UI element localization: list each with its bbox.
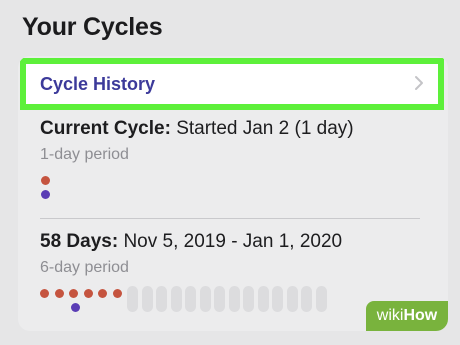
cycle-day-track (257, 286, 269, 312)
period-day-dot (69, 289, 78, 298)
cycle-day-track (156, 286, 167, 312)
cycle-day-track (272, 286, 283, 312)
cycle-day-track (301, 286, 312, 312)
cycle-day-track (199, 286, 211, 312)
cycles-card: Cycle History Current Cycle: Started Jan… (18, 56, 448, 331)
cycle-day-track (243, 286, 254, 312)
current-cycle-title-rest: Started Jan 2 (1 day) (170, 118, 354, 139)
cycle-day-track (141, 286, 153, 312)
period-day-dot (41, 176, 50, 185)
current-cycle-period: 1-day period (40, 146, 129, 163)
past-cycle-block[interactable]: 58 Days: Nov 5, 2019 - Jan 1, 2020 6-day… (40, 231, 342, 277)
fertile-day-dot (71, 303, 80, 312)
past-cycle-title-rest: Nov 5, 2019 - Jan 1, 2020 (118, 231, 343, 252)
fertile-day-dot (41, 190, 50, 199)
cycle-history-label: Cycle History (40, 74, 156, 94)
cycle-day-track (286, 286, 298, 312)
chevron-right-icon (415, 76, 423, 90)
cycle-day-track (315, 286, 327, 312)
cycle-day-track (170, 286, 182, 312)
watermark-how: How (403, 307, 438, 324)
cycle-history-row[interactable]: Cycle History (20, 58, 444, 110)
cycle-day-track (127, 286, 138, 312)
period-day-dot (54, 289, 64, 298)
current-cycle-title: Current Cycle: Started Jan 2 (1 day) (40, 118, 354, 140)
current-cycle-title-bold: Current Cycle: (40, 118, 171, 139)
current-cycle-block[interactable]: Current Cycle: Started Jan 2 (1 day) 1-d… (40, 118, 354, 164)
past-cycle-period: 6-day period (40, 259, 129, 276)
divider (40, 218, 420, 219)
period-day-dot (40, 289, 49, 298)
period-day-dot (112, 289, 122, 298)
watermark-wiki: wiki (376, 307, 404, 324)
wikihow-watermark: wiki How (366, 301, 448, 331)
past-cycle-title-bold: 58 Days: (40, 231, 119, 252)
period-day-dot (98, 289, 107, 298)
past-cycle-title: 58 Days: Nov 5, 2019 - Jan 1, 2020 (40, 231, 342, 253)
period-day-dot (83, 289, 93, 298)
cycle-day-track (185, 286, 196, 312)
cycle-day-track (214, 286, 225, 312)
page-title: Your Cycles (22, 13, 163, 41)
cycle-day-track (228, 286, 240, 312)
